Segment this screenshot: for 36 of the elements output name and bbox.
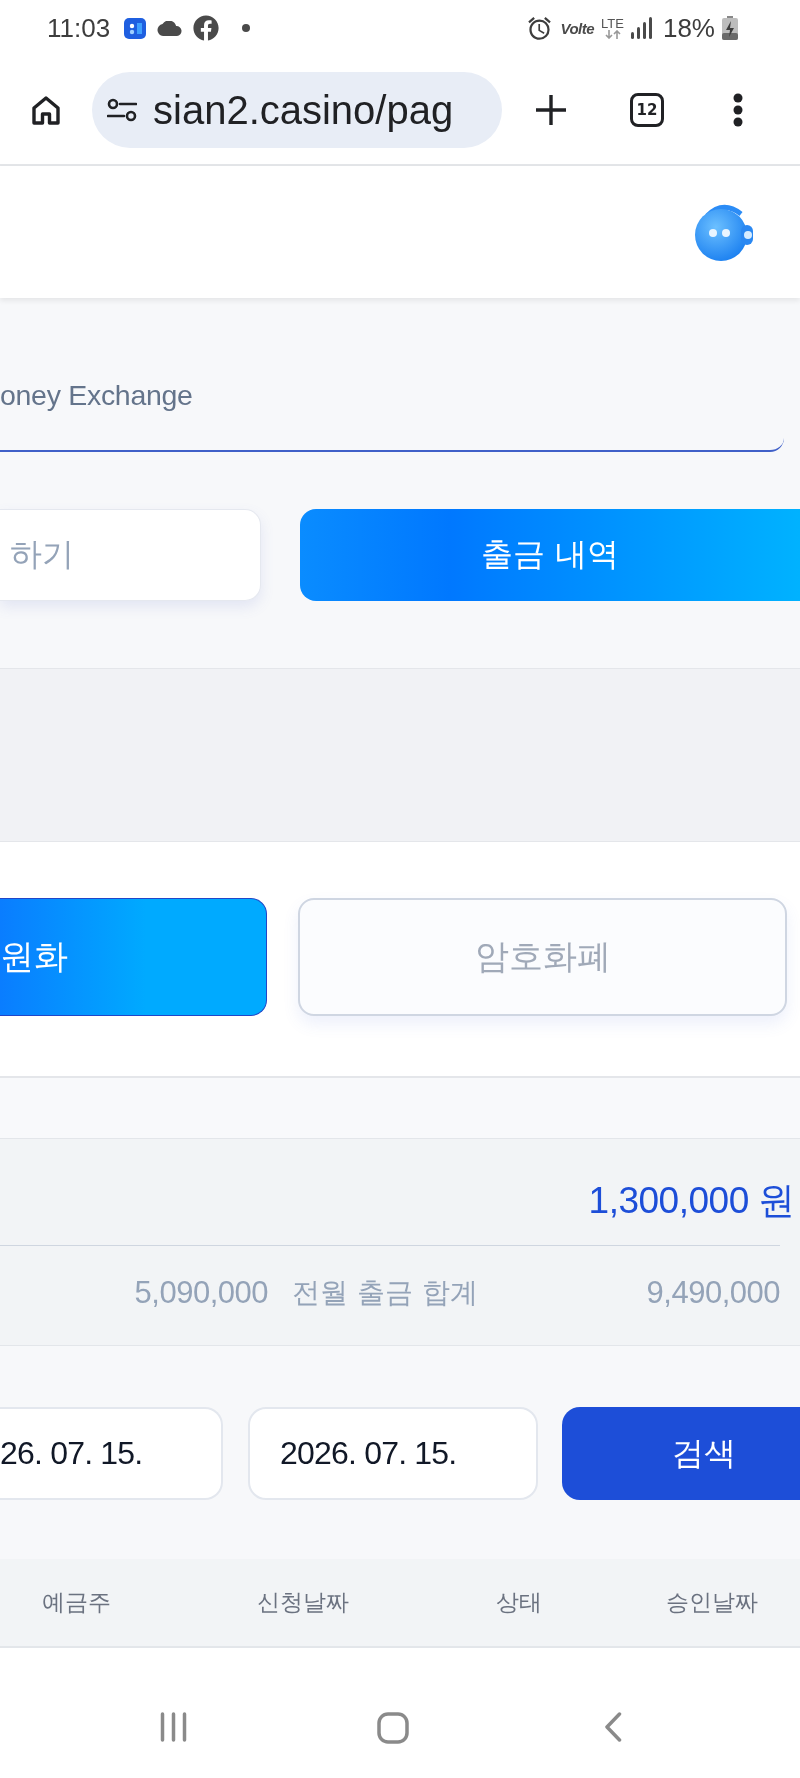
address-bar[interactable]: sian2.casino/pag xyxy=(92,72,502,148)
url-text: sian2.casino/pag xyxy=(153,87,454,133)
cloud-icon xyxy=(157,20,183,36)
page-title: oney Exchange xyxy=(0,378,193,412)
status-time: 11:03 xyxy=(47,12,111,44)
new-tab-button[interactable] xyxy=(535,94,567,126)
back-button[interactable] xyxy=(604,1712,622,1742)
column-header: 상태 xyxy=(496,1588,542,1617)
recent-apps-button[interactable] xyxy=(160,1712,187,1742)
battery-percentage: 18% xyxy=(662,12,715,44)
tab-switcher-button[interactable]: 12 xyxy=(630,93,664,127)
battery-charging-icon xyxy=(722,16,738,40)
column-header: 승인날짜 xyxy=(666,1588,758,1617)
headset-character-icon[interactable] xyxy=(693,202,755,262)
start-date-field[interactable]: 26. 07. 15. xyxy=(0,1407,223,1500)
total-value: 5,090,000 xyxy=(134,1274,268,1311)
site-settings-icon xyxy=(107,98,137,122)
column-header: 예금주 xyxy=(41,1588,111,1617)
previous-month-value: 9,490,000 xyxy=(646,1274,780,1311)
menu-button[interactable] xyxy=(733,93,743,127)
signal-bars-icon xyxy=(630,17,652,39)
column-header: 신청날짜 xyxy=(257,1588,349,1617)
home-button[interactable] xyxy=(30,94,62,126)
volte-label: Volte xyxy=(560,19,595,37)
search-button[interactable]: 검색 xyxy=(562,1407,800,1500)
currency-option[interactable]: 원화 xyxy=(0,898,267,1016)
network-type-label: LTE xyxy=(601,17,624,30)
home-nav-button[interactable] xyxy=(377,1712,409,1744)
previous-month-label: 전월 출금 합계 xyxy=(292,1274,478,1311)
alarm-clock-icon xyxy=(526,14,554,42)
end-date-field[interactable]: 2026. 07. 15. xyxy=(248,1407,538,1500)
data-arrows-icon xyxy=(604,30,621,39)
dot-icon xyxy=(242,24,251,32)
amount-text: 1,300,000 원 xyxy=(588,1182,795,1220)
app-notification-icon xyxy=(124,17,147,39)
tab[interactable]: 출금 내역 xyxy=(300,509,800,601)
